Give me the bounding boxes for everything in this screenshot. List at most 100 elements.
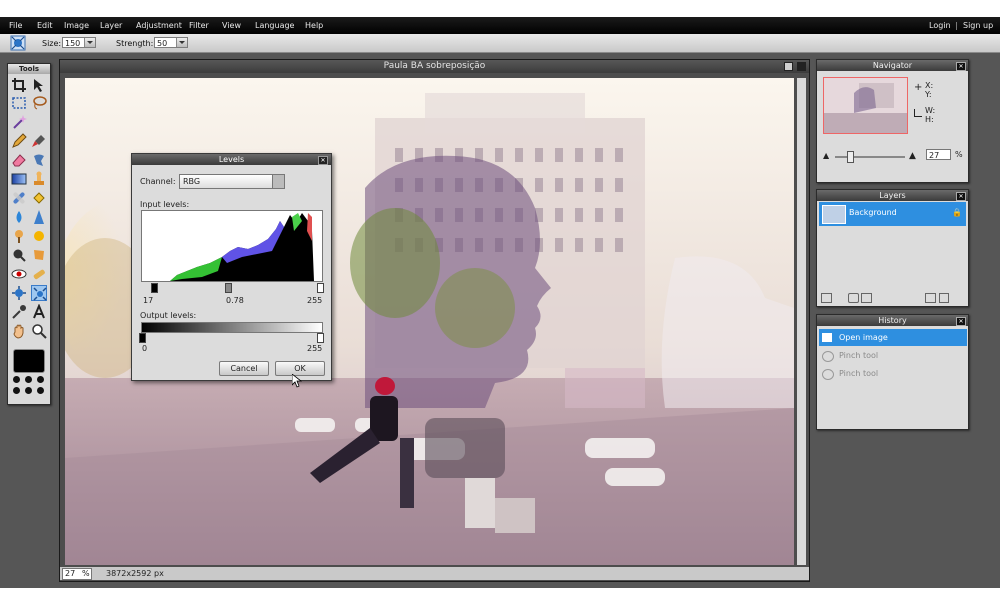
menu-file[interactable]: File	[9, 21, 22, 30]
output-black-value: 0	[142, 344, 148, 353]
text-tool-icon[interactable]	[31, 303, 47, 320]
sharpen-icon[interactable]	[31, 209, 47, 225]
zoom-in-icon[interactable]: ▲	[909, 151, 916, 161]
tool-dot-icon[interactable]	[37, 376, 44, 383]
close-icon[interactable]: ✕	[956, 62, 966, 71]
nav-x-label: X:	[925, 81, 934, 90]
chevron-down-icon[interactable]	[176, 38, 187, 47]
marquee-tool-icon[interactable]	[11, 95, 27, 111]
pinch-tool-icon	[822, 351, 834, 362]
close-icon[interactable]: ✕	[956, 317, 966, 326]
stamp-icon[interactable]	[31, 171, 47, 187]
history-title: History	[878, 316, 907, 325]
lasso-tool-icon[interactable]	[31, 95, 47, 111]
history-panel: History ✕ Open image Pinch tool Pinch to…	[816, 314, 969, 430]
vertical-scrollbar[interactable]	[797, 78, 806, 565]
sponge-icon[interactable]	[11, 247, 27, 263]
layer-style-icon[interactable]	[848, 293, 859, 303]
magic-wand-icon[interactable]	[11, 114, 27, 130]
input-black-handle[interactable]	[151, 283, 158, 293]
layer-thumbnail	[822, 205, 846, 224]
menu-adjustment[interactable]: Adjustment	[136, 21, 182, 30]
close-icon[interactable]	[797, 62, 806, 71]
zoom-slider[interactable]	[835, 151, 905, 163]
layer-properties-icon[interactable]	[821, 293, 832, 303]
cancel-button[interactable]: Cancel	[219, 361, 269, 376]
levels-dialog: Levels ✕ Channel: RBG Input levels: 17 0…	[131, 153, 332, 381]
history-item-pinch-tool[interactable]: Pinch tool	[819, 347, 967, 364]
menu-edit[interactable]: Edit	[37, 21, 53, 30]
zoom-tool-icon[interactable]	[31, 323, 47, 339]
blur-icon[interactable]	[11, 209, 27, 225]
output-black-handle[interactable]	[139, 333, 146, 343]
layer-item-background[interactable]: Background 🔒	[819, 202, 966, 226]
chevron-down-icon[interactable]	[84, 38, 95, 47]
input-levels-label: Input levels:	[140, 200, 190, 209]
channel-select[interactable]: RBG	[179, 174, 285, 189]
history-item-open-image[interactable]: Open image	[819, 329, 967, 346]
pencil-icon[interactable]	[11, 133, 27, 149]
nav-h-label: H:	[925, 115, 934, 124]
menu-image[interactable]: Image	[64, 21, 89, 30]
navigator-titlebar: Navigator ✕	[817, 60, 968, 71]
gradient-icon[interactable]	[11, 171, 27, 187]
tool-dot-icon[interactable]	[25, 387, 32, 394]
menu-help[interactable]: Help	[305, 21, 323, 30]
strength-label: Strength:	[116, 39, 154, 48]
menu-layer[interactable]: Layer	[100, 21, 122, 30]
heal-icon[interactable]	[11, 190, 27, 206]
smudge-icon[interactable]	[31, 152, 47, 168]
options-toolbar: Size: 150 Strength: 50	[0, 34, 1000, 53]
input-gamma-handle[interactable]	[225, 283, 232, 293]
bloat-icon[interactable]	[11, 285, 27, 301]
trash-icon[interactable]	[939, 293, 949, 303]
layer-name: Background	[849, 208, 897, 217]
menu-filter[interactable]: Filter	[189, 21, 209, 30]
menu-view[interactable]: View	[222, 21, 241, 30]
zoom-slider-thumb[interactable]	[847, 151, 854, 163]
tool-dot-icon[interactable]	[25, 376, 32, 383]
size-value: 150	[65, 39, 81, 48]
tool-dot-icon[interactable]	[13, 376, 20, 383]
crop-tool-icon[interactable]	[11, 77, 27, 93]
fill-icon[interactable]	[31, 190, 47, 206]
close-icon[interactable]: ✕	[318, 156, 328, 165]
pinch-tool-icon	[822, 369, 834, 380]
navigator-thumbnail[interactable]	[823, 77, 908, 134]
close-icon[interactable]: ✕	[956, 192, 966, 201]
red-eye-icon[interactable]	[11, 266, 27, 282]
lock-icon[interactable]: 🔒	[952, 208, 962, 217]
history-titlebar: History ✕	[817, 315, 968, 326]
tool-dot-icon[interactable]	[13, 387, 20, 394]
chevron-down-icon[interactable]	[272, 175, 284, 188]
size-icon	[914, 109, 922, 117]
signup-link[interactable]: Sign up	[963, 21, 993, 30]
eraser-icon[interactable]	[11, 152, 27, 168]
channel-label: Channel:	[140, 177, 176, 186]
login-link[interactable]: Login	[929, 21, 951, 30]
input-white-handle[interactable]	[317, 283, 324, 293]
dodge-icon[interactable]	[11, 228, 27, 244]
layer-mask-icon[interactable]	[861, 293, 872, 303]
menu-language[interactable]: Language	[255, 21, 294, 30]
colorize-icon[interactable]	[31, 247, 47, 263]
color-picker-icon[interactable]	[11, 304, 27, 320]
pinch-tool-icon[interactable]	[31, 285, 47, 301]
output-white-handle[interactable]	[317, 333, 324, 343]
primary-color-swatch[interactable]	[13, 349, 45, 373]
size-select[interactable]: 150	[62, 37, 96, 48]
strength-select[interactable]: 50	[154, 37, 188, 48]
spot-heal-icon[interactable]	[31, 266, 47, 282]
navigator-zoom-input[interactable]: 27	[926, 149, 951, 160]
zoom-out-icon[interactable]: ▲	[823, 151, 829, 160]
burn-icon[interactable]	[31, 228, 47, 244]
tool-dot-icon[interactable]	[37, 387, 44, 394]
history-item-pinch-tool[interactable]: Pinch tool	[819, 365, 967, 382]
maximize-icon[interactable]	[784, 62, 793, 71]
brush-icon[interactable]	[31, 133, 47, 149]
strength-value: 50	[157, 39, 168, 48]
move-tool-icon[interactable]	[31, 77, 47, 93]
tool-grid-extra[interactable]	[13, 376, 47, 398]
new-layer-icon[interactable]	[925, 293, 936, 303]
hand-tool-icon[interactable]	[11, 323, 27, 339]
